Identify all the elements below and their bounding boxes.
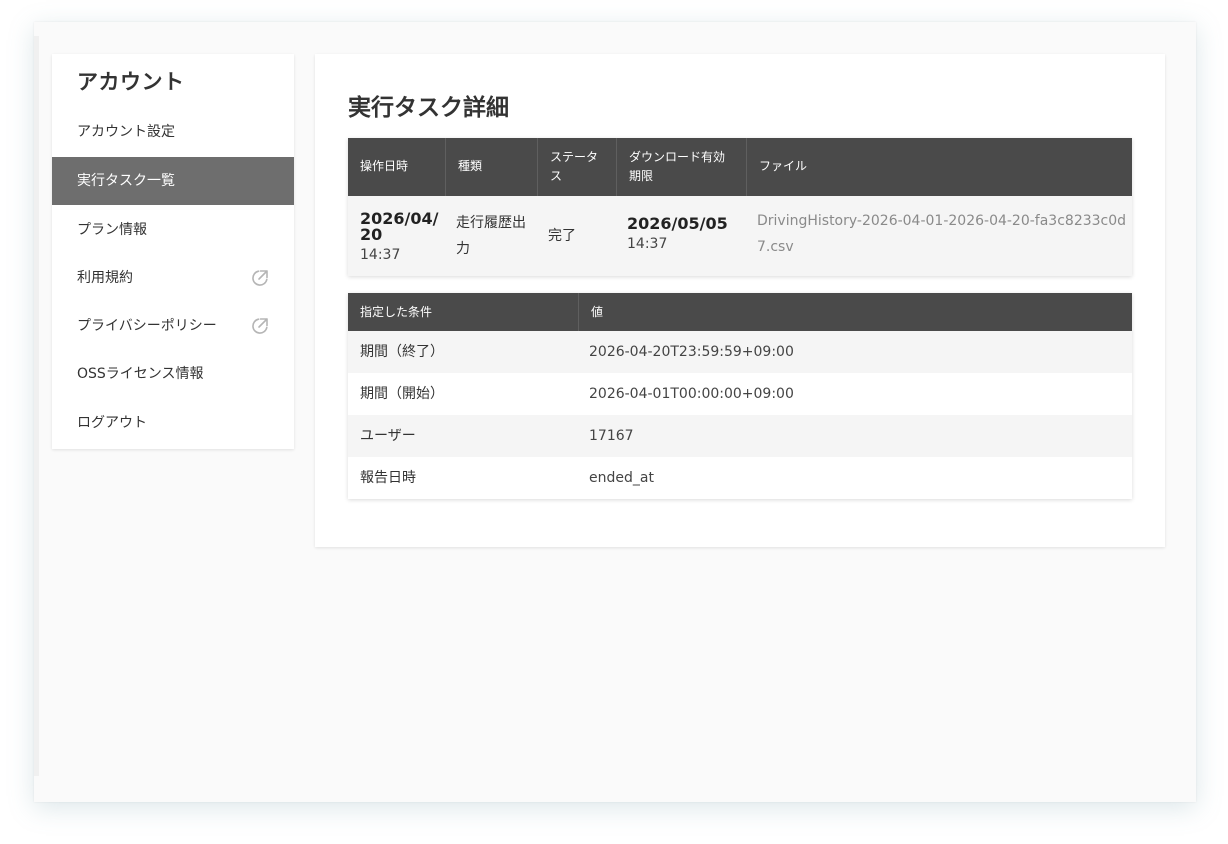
sidebar-item-privacy-policy[interactable]: プライバシーポリシー [52, 302, 294, 350]
condition-value: ended_at [589, 470, 654, 486]
condition-value: 2026-04-20T23:59:59+09:00 [589, 344, 794, 360]
table-row: ユーザー 17167 [348, 415, 1132, 457]
window-edge [34, 36, 39, 776]
operated-at-cell: 2026/04/20 14:37 [360, 196, 445, 276]
condition-label: 期間（終了） [360, 344, 444, 360]
external-link-icon [252, 270, 268, 286]
sidebar-item-task-list[interactable]: 実行タスク一覧 [52, 157, 294, 205]
column-header-value: 値 [578, 293, 1132, 331]
operated-date: 2026/04/20 [360, 209, 439, 244]
sidebar-item-oss-license[interactable]: OSSライセンス情報 [52, 350, 294, 398]
sidebar-item-account-settings[interactable]: アカウント設定 [52, 108, 294, 156]
table-header: 操作日時 種類 ステータス ダウンロード有効期限 ファイル [348, 138, 1132, 196]
condition-value: 17167 [589, 428, 634, 444]
status-cell: 完了 [548, 228, 576, 244]
condition-value: 2026-04-01T00:00:00+09:00 [589, 386, 794, 402]
condition-label: 期間（開始） [360, 386, 444, 402]
column-header-operated-at: 操作日時 [360, 159, 409, 174]
type-cell: 走行履歴出力 [456, 215, 526, 257]
operated-time: 14:37 [360, 247, 401, 263]
column-header-status: ステータス [537, 138, 616, 196]
file-cell: DrivingHistory-2026-04-01-2026-04-20-fa3… [757, 196, 1129, 276]
account-sidebar: アカウント アカウント設定 実行タスク一覧 プラン情報 利用規約 プライバシーポ… [52, 54, 294, 449]
task-detail-panel: 実行タスク詳細 操作日時 種類 ステータス ダウンロード有効期限 ファイル 20… [315, 54, 1165, 547]
download-file-link[interactable]: DrivingHistory-2026-04-01-2026-04-20-fa3… [757, 213, 1126, 255]
expiry-date: 2026/05/05 [627, 214, 728, 233]
app-window: アカウント アカウント設定 実行タスク一覧 プラン情報 利用規約 プライバシーポ… [34, 22, 1196, 802]
sidebar-item-label: プライバシーポリシー [77, 318, 217, 334]
sidebar-item-label: ログアウト [77, 415, 147, 431]
sidebar-item-terms[interactable]: 利用規約 [52, 254, 294, 302]
expiry-cell: 2026/05/05 14:37 [627, 196, 746, 276]
conditions-table: 指定した条件 値 期間（終了） 2026-04-20T23:59:59+09:0… [348, 293, 1132, 499]
column-header-file: ファイル [746, 138, 1132, 196]
external-link-icon [252, 318, 268, 334]
condition-label: 報告日時 [360, 470, 416, 486]
table-row: 期間（終了） 2026-04-20T23:59:59+09:00 [348, 331, 1132, 373]
column-header-type: 種類 [445, 138, 537, 196]
column-header-condition: 指定した条件 [360, 305, 433, 319]
task-summary-table: 操作日時 種類 ステータス ダウンロード有効期限 ファイル 2026/04/20 [348, 138, 1132, 276]
sidebar-item-label: 利用規約 [77, 270, 133, 286]
condition-label: ユーザー [360, 428, 416, 444]
sidebar-item-label: OSSライセンス情報 [77, 366, 204, 382]
column-header-download-expiry: ダウンロード有効期限 [616, 138, 746, 196]
sidebar-item-plan-info[interactable]: プラン情報 [52, 206, 294, 254]
sidebar-item-label: アカウント設定 [77, 124, 175, 140]
table-row: 2026/04/20 14:37 走行履歴出力 完了 2026/05/05 14… [348, 196, 1132, 276]
table-row: 報告日時 ended_at [348, 457, 1132, 499]
expiry-time: 14:37 [627, 236, 668, 252]
page-title: 実行タスク詳細 [348, 95, 509, 121]
sidebar-item-label: 実行タスク一覧 [77, 173, 175, 189]
sidebar-title: アカウント [77, 70, 185, 94]
sidebar-item-logout[interactable]: ログアウト [52, 399, 294, 447]
table-header: 指定した条件 値 [348, 293, 1132, 331]
sidebar-item-label: プラン情報 [77, 222, 147, 238]
table-row: 期間（開始） 2026-04-01T00:00:00+09:00 [348, 373, 1132, 415]
